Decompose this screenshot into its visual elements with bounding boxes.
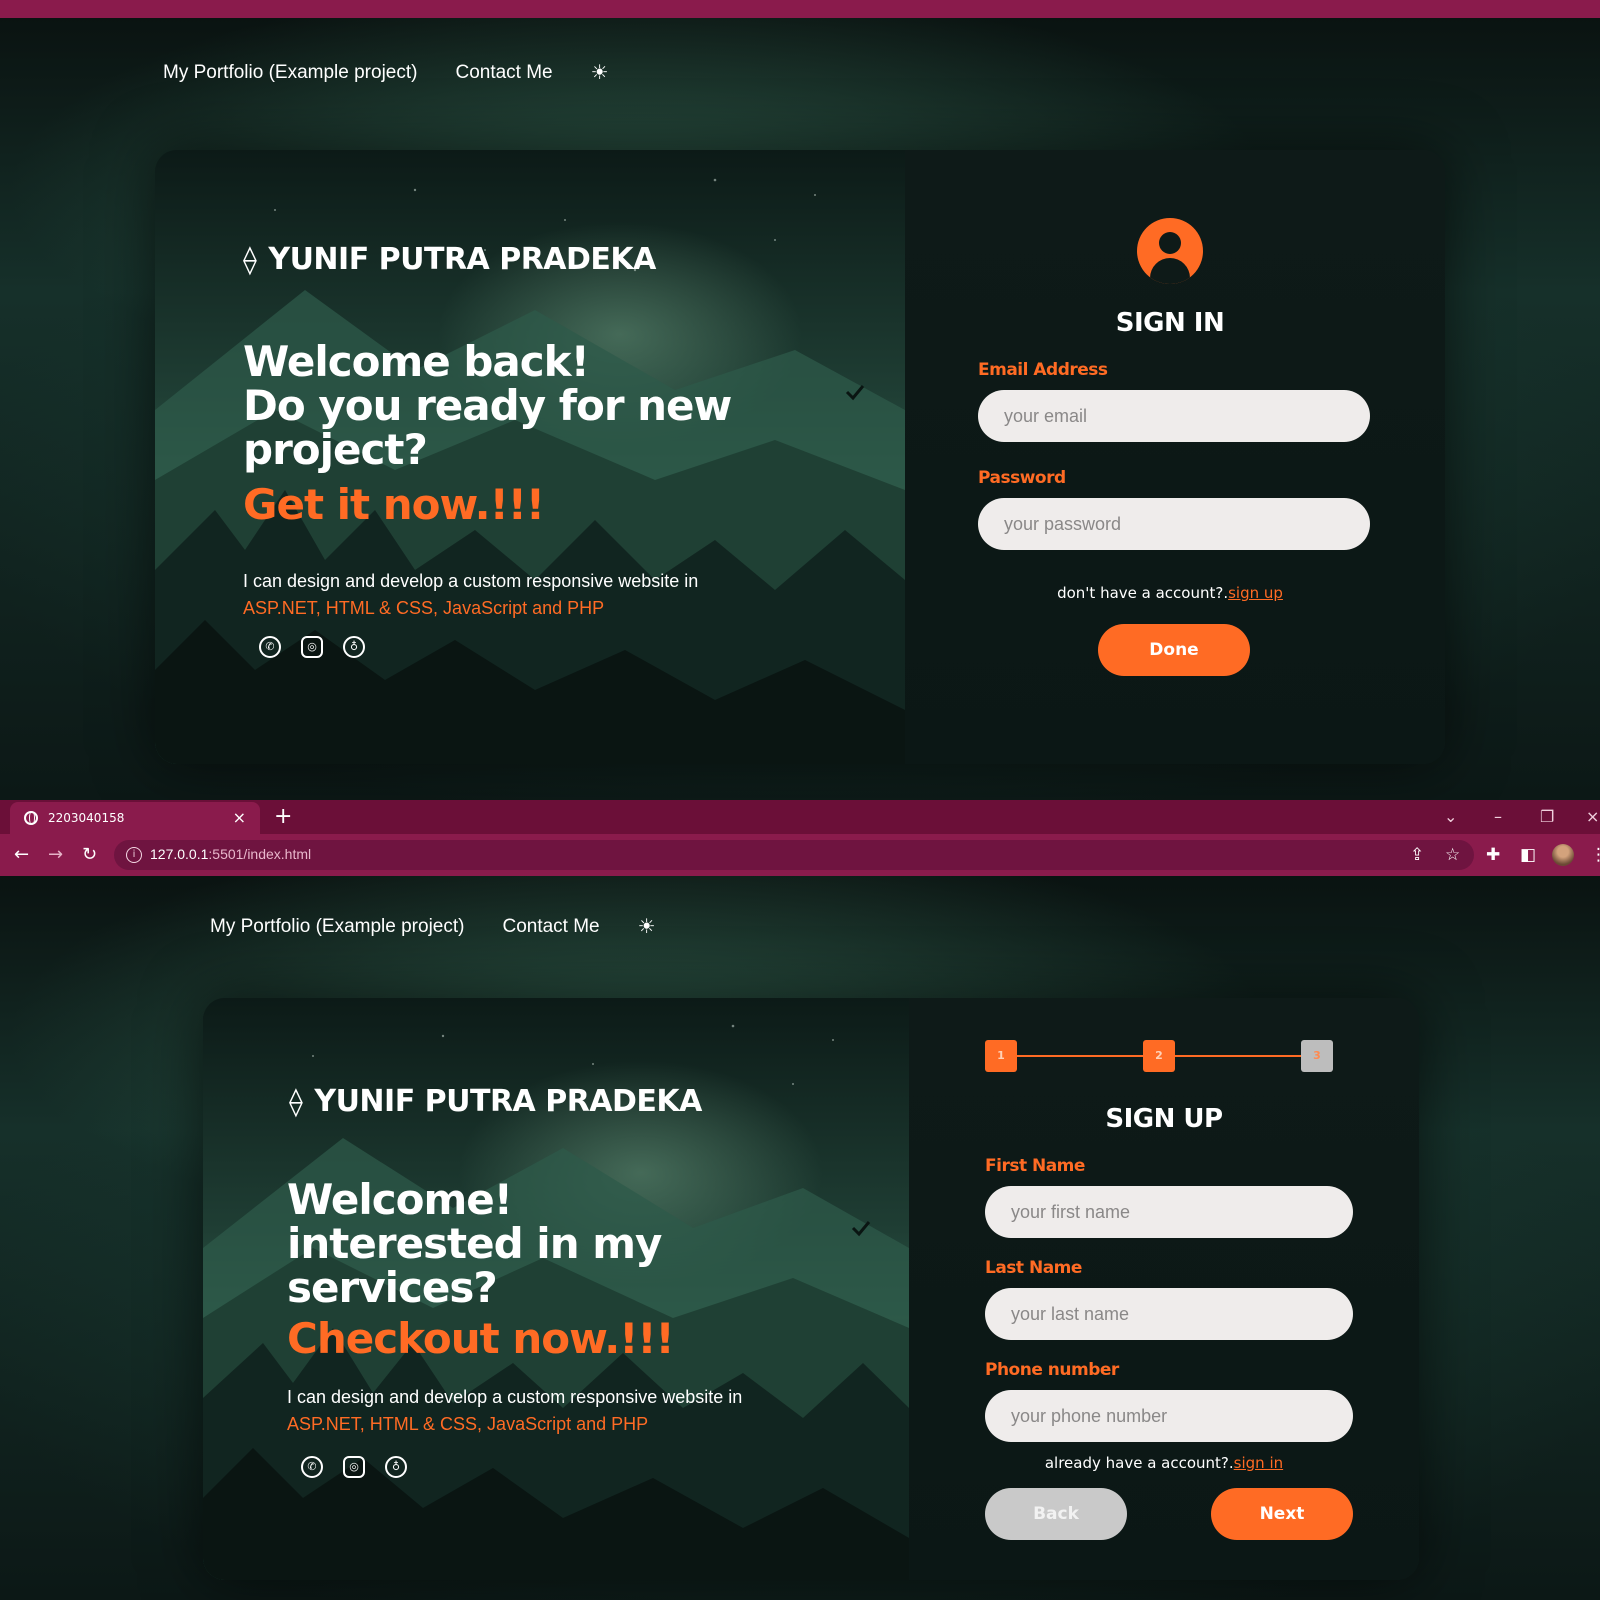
tab-title: 2203040158 <box>48 811 125 825</box>
done-button[interactable]: Done <box>1098 624 1250 676</box>
hero-headline: Welcome! interested in my services? <box>287 1175 662 1312</box>
brand: ⟠ YUNIF PUTRA PRADEKA <box>289 1084 702 1119</box>
hero-headline: Welcome back! Do you ready for new proje… <box>243 337 732 474</box>
description-tech-list: ASP.NET, HTML & CSS, JavaScript and PHP <box>243 598 605 618</box>
browser-tab[interactable]: 2203040158 × <box>10 802 260 834</box>
forward-arrow-icon[interactable]: → <box>48 834 63 876</box>
nav-portfolio-link[interactable]: My Portfolio (Example project) <box>210 916 464 938</box>
phone-label: Phone number <box>985 1360 1119 1380</box>
github-icon[interactable]: ♁ <box>343 636 365 658</box>
side-panel-icon[interactable]: ◧ <box>1520 834 1536 876</box>
close-window-button[interactable]: × <box>1586 800 1599 834</box>
whatsapp-icon[interactable]: ✆ <box>301 1456 323 1478</box>
back-arrow-icon[interactable]: ← <box>14 834 29 876</box>
menu-kebab-icon[interactable]: ⋮ <box>1590 834 1600 876</box>
headline-line-1: Welcome back! <box>243 337 590 386</box>
url-host: 127.0.0.1 <box>150 846 209 862</box>
headline-line-2: interested in my <box>287 1219 662 1268</box>
site-info-icon[interactable]: i <box>126 847 142 863</box>
tab-strip: 2203040158 × <box>0 800 1600 834</box>
signup-title: SIGN UP <box>1105 1104 1223 1134</box>
headline-line-3: project? <box>243 425 428 474</box>
last-name-field[interactable] <box>985 1288 1353 1340</box>
url-text: 127.0.0.1:5501/index.html <box>150 846 311 862</box>
headline-line-1: Welcome! <box>287 1175 513 1224</box>
signup-prompt: don't have a account?.sign up <box>905 584 1435 602</box>
step-2: 2 <box>1143 1040 1175 1072</box>
tab-search-icon[interactable]: ⌄ <box>1444 800 1457 834</box>
stepper-connector <box>1017 1055 1143 1057</box>
signup-stepper: 1 2 3 <box>985 1040 1335 1072</box>
hero-description: I can design and develop a custom respon… <box>243 568 698 622</box>
social-links: ✆ ◎ ♁ <box>259 636 365 658</box>
social-links: ✆ ◎ ♁ <box>301 1456 407 1478</box>
signin-form: SIGN IN Email Address Password don't hav… <box>905 150 1445 764</box>
nav-portfolio-link[interactable]: My Portfolio (Example project) <box>163 62 417 84</box>
hero-cta-text: Get it now.!!! <box>243 480 545 529</box>
signup-form: 1 2 3 SIGN UP First Name Last Name Phone… <box>909 998 1419 1580</box>
signup-link[interactable]: sign up <box>1228 584 1283 602</box>
minimize-button[interactable]: – <box>1494 800 1502 834</box>
brand-name: YUNIF PUTRA PRADEKA <box>314 1084 702 1119</box>
email-label: Email Address <box>978 360 1108 380</box>
description-text: I can design and develop a custom respon… <box>243 571 699 591</box>
nav-contact-link[interactable]: Contact Me <box>502 916 599 938</box>
top-page: My Portfolio (Example project) Contact M… <box>0 18 1600 800</box>
signin-prompt-text: already have a account?. <box>1044 1454 1234 1472</box>
address-bar: ← → ↻ i 127.0.0.1:5501/index.html ⇪ ☆ ✚ … <box>0 834 1600 876</box>
description-text: I can design and develop a custom respon… <box>287 1387 743 1407</box>
github-icon[interactable]: ♁ <box>385 1456 407 1478</box>
instagram-icon[interactable]: ◎ <box>301 636 323 658</box>
first-name-field[interactable] <box>985 1186 1353 1238</box>
step-1: 1 <box>985 1040 1017 1072</box>
headline-line-2: Do you ready for new <box>243 381 732 430</box>
signin-link[interactable]: sign in <box>1234 1454 1283 1472</box>
close-tab-icon[interactable]: × <box>233 808 246 827</box>
stepper-connector <box>1175 1055 1301 1057</box>
brand-name: YUNIF PUTRA PRADEKA <box>268 242 656 277</box>
signin-title: SIGN IN <box>1115 308 1225 338</box>
brand-logo-icon: ⟠ <box>243 243 257 276</box>
next-button[interactable]: Next <box>1211 1488 1353 1540</box>
nav-contact-link[interactable]: Contact Me <box>455 62 552 84</box>
extensions-icon[interactable]: ✚ <box>1486 834 1500 876</box>
url-input[interactable]: i 127.0.0.1:5501/index.html <box>114 840 1474 870</box>
user-avatar-icon <box>1137 218 1203 284</box>
headline-line-3: services? <box>287 1263 498 1312</box>
bottom-page: My Portfolio (Example project) Contact M… <box>0 876 1600 1600</box>
reload-icon[interactable]: ↻ <box>82 834 97 876</box>
password-field[interactable] <box>978 498 1370 550</box>
top-window-chrome <box>0 0 1600 18</box>
theme-toggle-icon[interactable]: ☀ <box>638 914 656 939</box>
url-path: :5501/index.html <box>208 846 312 862</box>
last-name-label: Last Name <box>985 1258 1082 1278</box>
hero-cta-text: Checkout now.!!! <box>287 1314 675 1363</box>
back-button[interactable]: Back <box>985 1488 1127 1540</box>
whatsapp-icon[interactable]: ✆ <box>259 636 281 658</box>
password-label: Password <box>978 468 1066 488</box>
new-tab-button[interactable]: + <box>274 800 292 834</box>
brand: ⟠ YUNIF PUTRA PRADEKA <box>243 242 656 277</box>
phone-field[interactable] <box>985 1390 1353 1442</box>
instagram-icon[interactable]: ◎ <box>343 1456 365 1478</box>
signup-prompt-text: don't have a account?. <box>1057 584 1229 602</box>
globe-icon <box>24 811 38 825</box>
profile-avatar[interactable] <box>1552 844 1574 866</box>
brand-logo-icon: ⟠ <box>289 1085 303 1118</box>
hero-description: I can design and develop a custom respon… <box>287 1384 742 1438</box>
email-field[interactable] <box>978 390 1370 442</box>
bottom-nav: My Portfolio (Example project) Contact M… <box>210 914 656 939</box>
top-nav: My Portfolio (Example project) Contact M… <box>163 60 609 85</box>
signup-card: ⟠ YUNIF PUTRA PRADEKA Welcome! intereste… <box>203 998 1419 1580</box>
theme-toggle-icon[interactable]: ☀ <box>591 60 609 85</box>
step-3: 3 <box>1301 1040 1333 1072</box>
signin-card: ⟠ YUNIF PUTRA PRADEKA Welcome back! Do y… <box>155 150 1445 764</box>
first-name-label: First Name <box>985 1156 1085 1176</box>
share-icon[interactable]: ⇪ <box>1410 834 1424 876</box>
signin-prompt: already have a account?.sign in <box>909 1454 1419 1472</box>
restore-button[interactable]: ❐ <box>1540 800 1554 834</box>
bookmark-star-icon[interactable]: ☆ <box>1445 834 1460 876</box>
description-tech-list: ASP.NET, HTML & CSS, JavaScript and PHP <box>287 1414 649 1434</box>
